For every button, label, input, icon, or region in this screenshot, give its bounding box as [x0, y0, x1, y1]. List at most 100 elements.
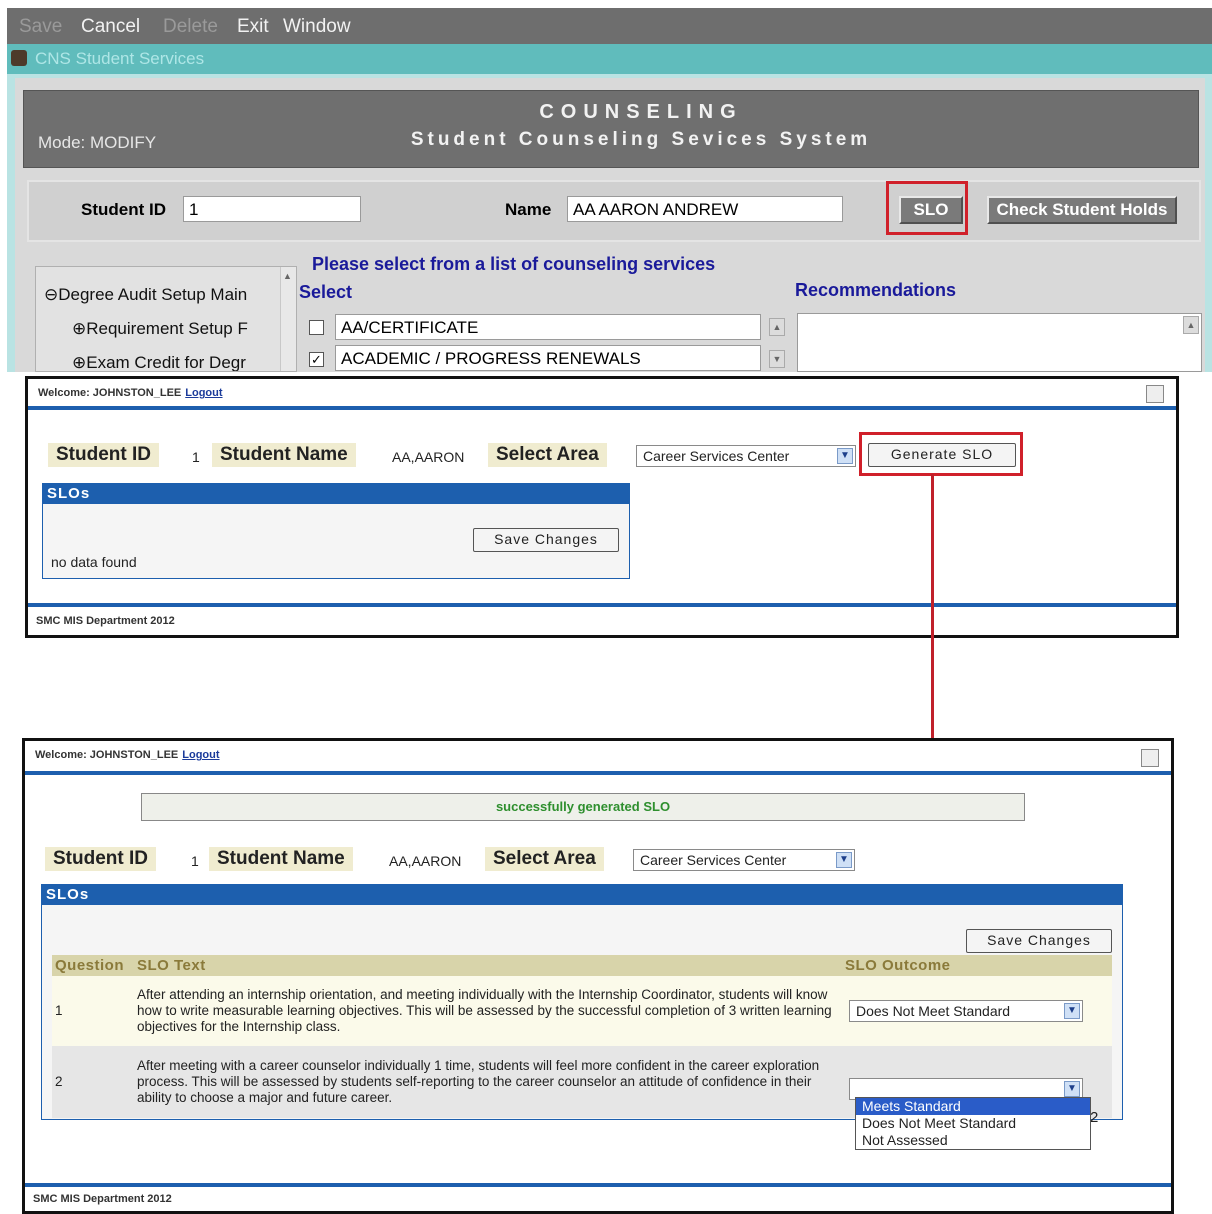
welcome-text: Welcome: JOHNSTON_LEE Logout	[38, 387, 223, 399]
footer-text: SMC MIS Department 2012	[33, 1193, 172, 1205]
student-name-label: Student Name	[209, 847, 353, 871]
window-title-bar: CNS Student Services	[7, 44, 1212, 74]
chevron-down-icon[interactable]: ▼	[837, 448, 853, 464]
window-control-icon[interactable]	[1146, 385, 1164, 403]
chevron-down-icon[interactable]: ▼	[1064, 1081, 1080, 1097]
tree-node-exam-credit[interactable]: ⊕Exam Credit for Degr	[72, 353, 246, 372]
app-icon	[11, 50, 27, 66]
student-name-label: Student Name	[212, 443, 356, 467]
services-title: Please select from a list of counseling …	[312, 254, 716, 274]
student-id-label: Student ID	[48, 443, 159, 467]
service-checkbox-academic-progress[interactable]: ✓	[309, 352, 324, 367]
slos-panel-title: SLOs	[43, 484, 629, 504]
services-scroll-up-icon[interactable]: ▲	[769, 318, 785, 336]
welcome-text: Welcome: JOHNSTON_LEE Logout	[35, 749, 220, 761]
slos-panel: SLOs Save Changes Question SLO Text SLO …	[41, 884, 1123, 1126]
chevron-down-icon[interactable]: ▼	[1064, 1003, 1080, 1019]
footer-divider	[25, 1183, 1171, 1187]
scroll-up-icon[interactable]: ▲	[283, 271, 292, 281]
question-number: 2	[52, 1046, 134, 1118]
select-area-value: Career Services Center	[643, 448, 790, 464]
student-id-value: 1	[192, 449, 200, 465]
menu-save[interactable]: Save	[19, 16, 62, 38]
chevron-down-icon[interactable]: ▼	[836, 852, 852, 868]
student-id-label: Student ID	[45, 847, 156, 871]
slo-table: Question SLO Text SLO Outcome 1 After at…	[52, 955, 1112, 1118]
question-number: 1	[52, 976, 134, 1046]
slo-web-frame-before: Welcome: JOHNSTON_LEE Logout Student ID 1…	[25, 376, 1179, 638]
name-label: Name	[505, 200, 552, 219]
slo-outcome-value: Does Not Meet Standard	[856, 1003, 1011, 1019]
service-checkbox-aa-certificate[interactable]	[309, 320, 324, 335]
slo-text: After attending an internship orientatio…	[134, 976, 842, 1046]
column-header-question: Question	[52, 955, 134, 976]
table-header-row: Question SLO Text SLO Outcome	[52, 955, 1112, 976]
generate-slo-highlight-box	[859, 432, 1023, 476]
student-name-value: AA,AARON	[392, 449, 465, 465]
footer-text: SMC MIS Department 2012	[36, 615, 175, 627]
header-divider	[25, 771, 1171, 775]
select-area-label: Select Area	[488, 443, 607, 467]
menu-bar: Save Cancel Delete Exit Window	[7, 8, 1212, 44]
column-header-slo-text: SLO Text	[134, 955, 842, 976]
slo-outcome-select[interactable]: Does Not Meet Standard ▼	[849, 1000, 1083, 1022]
menu-window[interactable]: Window	[283, 16, 351, 38]
page-title: COUNSELING	[539, 101, 743, 123]
select-area-value: Career Services Center	[640, 852, 787, 868]
logout-link[interactable]: Logout	[182, 749, 219, 761]
student-id-field[interactable]: 1	[183, 196, 361, 222]
student-id-label: Student ID	[81, 200, 166, 219]
form-header: Mode: MODIFY COUNSELING Student Counseli…	[23, 90, 1199, 168]
tree-node-label: Requirement Setup F	[86, 319, 248, 338]
student-id-value: 1	[191, 853, 199, 869]
menu-cancel[interactable]: Cancel	[81, 16, 140, 38]
welcome-user: Welcome: JOHNSTON_LEE	[35, 749, 179, 761]
check-student-holds-button[interactable]: Check Student Holds	[987, 196, 1177, 224]
tree-node-label: Degree Audit Setup Main	[58, 285, 248, 304]
slo-outcome-cell: Does Not Meet Standard ▼	[842, 976, 1112, 1046]
services-scroll-down-icon[interactable]: ▼	[769, 350, 785, 368]
window-title: CNS Student Services	[35, 49, 205, 68]
slos-panel: SLOs Save Changes no data found	[42, 483, 630, 579]
select-column-label: Select	[299, 282, 353, 302]
recommendations-label: Recommendations	[795, 280, 957, 300]
service-item-academic-progress[interactable]: ACADEMIC / PROGRESS RENEWALS	[335, 345, 761, 371]
option-does-not-meet-standard[interactable]: Does Not Meet Standard	[856, 1115, 1090, 1132]
recommendations-field[interactable]: ▲	[797, 313, 1202, 372]
empty-state-text: no data found	[51, 554, 137, 570]
slos-panel-title: SLOs	[42, 885, 1122, 905]
select-area-dropdown[interactable]: Career Services Center ▼	[633, 849, 855, 871]
column-header-slo-outcome: SLO Outcome	[842, 955, 1112, 976]
select-area-label: Select Area	[485, 847, 604, 871]
student-info-bar: Student ID 1 Name AA AARON ANDREW SLO Ch…	[27, 180, 1201, 242]
slo-text: After meeting with a career counselor in…	[134, 1046, 842, 1118]
tree-node-degree-audit[interactable]: ⊖Degree Audit Setup Main	[44, 285, 247, 305]
option-not-assessed[interactable]: Not Assessed	[856, 1132, 1090, 1149]
header-divider	[28, 406, 1176, 410]
menu-exit[interactable]: Exit	[237, 16, 269, 38]
slo-web-frame-after: Welcome: JOHNSTON_LEE Logout successfully…	[22, 738, 1174, 1214]
navigation-tree: ⊖Degree Audit Setup Main ⊕Requirement Se…	[35, 266, 297, 372]
welcome-user: Welcome: JOHNSTON_LEE	[38, 387, 182, 399]
page-subtitle: Student Counseling Sevices System	[410, 129, 872, 150]
option-meets-standard[interactable]: Meets Standard	[856, 1098, 1090, 1115]
table-row: 1 After attending an internship orientat…	[52, 976, 1112, 1046]
logout-link[interactable]: Logout	[185, 387, 222, 399]
flow-connector-line	[931, 474, 934, 739]
student-name-value: AA,AARON	[389, 853, 462, 869]
tree-scrollbar[interactable]: ▲	[280, 267, 296, 371]
tree-node-label: Exam Credit for Degr	[86, 353, 246, 372]
footer-divider	[28, 603, 1176, 607]
save-changes-button[interactable]: Save Changes	[966, 929, 1112, 953]
service-item-aa-certificate[interactable]: AA/CERTIFICATE	[335, 314, 761, 340]
window-control-icon[interactable]	[1141, 749, 1159, 767]
menu-delete[interactable]: Delete	[163, 16, 218, 38]
tree-node-requirement-setup[interactable]: ⊕Requirement Setup F	[72, 319, 248, 339]
pager-text: 2	[1090, 1109, 1099, 1126]
save-changes-button[interactable]: Save Changes	[473, 528, 619, 552]
slo-outcome-options: Meets Standard Does Not Meet Standard No…	[855, 1097, 1091, 1150]
name-field[interactable]: AA AARON ANDREW	[567, 196, 843, 222]
recommendations-scroll-up-icon[interactable]: ▲	[1183, 316, 1199, 334]
select-area-dropdown[interactable]: Career Services Center ▼	[636, 445, 856, 467]
status-message: successfully generated SLO	[141, 793, 1025, 821]
